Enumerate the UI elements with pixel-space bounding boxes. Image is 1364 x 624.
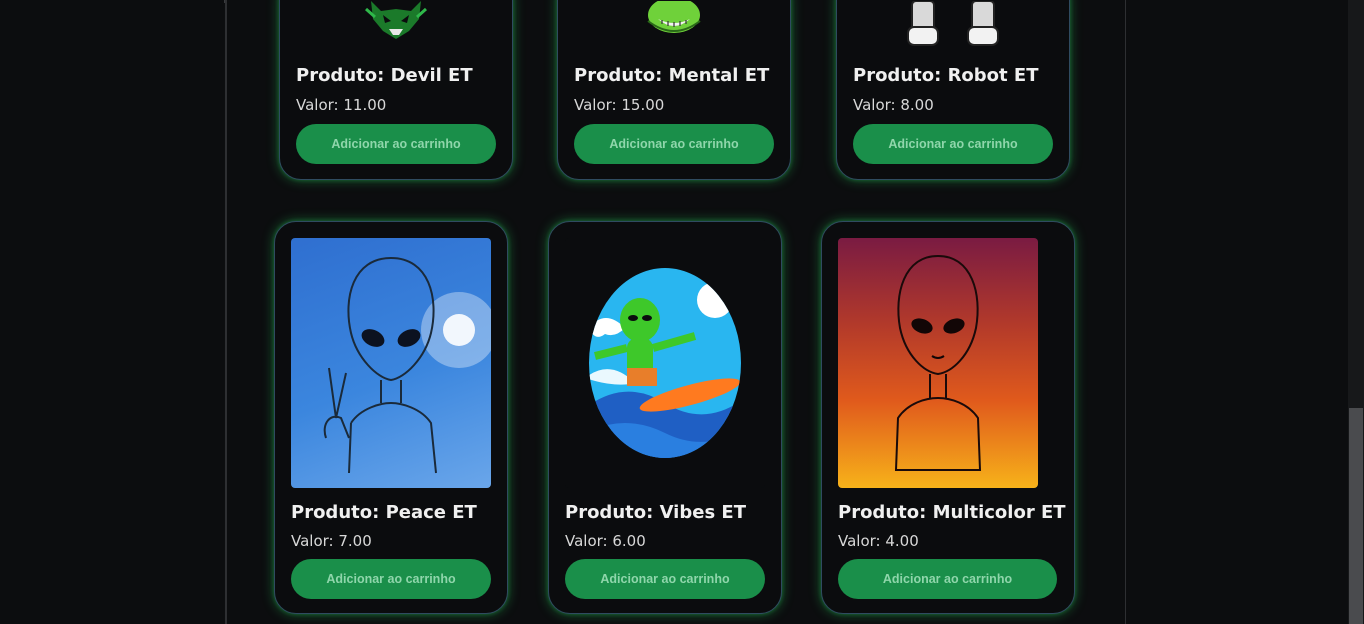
- product-price: Valor: 15.00: [574, 96, 665, 114]
- left-gutter: [0, 0, 224, 624]
- product-title: Produto: Robot ET: [853, 65, 1039, 86]
- product-title: Produto: Peace ET: [291, 502, 477, 523]
- mental-alien-icon: [647, 1, 701, 33]
- right-gutter: [1126, 0, 1348, 624]
- surfing-alien-image: [565, 238, 765, 488]
- scrollbar-thumb[interactable]: [1349, 408, 1363, 624]
- product-card-mental: Produto: Mental ET Valor: 15.00 Adiciona…: [557, 0, 791, 180]
- add-to-cart-button[interactable]: Adicionar ao carrinho: [296, 124, 496, 164]
- add-to-cart-button[interactable]: Adicionar ao carrinho: [291, 559, 491, 599]
- add-to-cart-button[interactable]: Adicionar ao carrinho: [838, 559, 1057, 599]
- devil-alien-icon: [365, 1, 427, 39]
- product-title: Produto: Vibes ET: [565, 502, 747, 523]
- product-price: Valor: 8.00: [853, 96, 934, 114]
- product-title: Produto: Multicolor ET: [838, 502, 1066, 523]
- add-to-cart-button[interactable]: Adicionar ao carrinho: [853, 124, 1053, 164]
- product-card-multicolor: Produto: Multicolor ET Valor: 4.00 Adici…: [821, 221, 1075, 614]
- add-to-cart-button[interactable]: Adicionar ao carrinho: [574, 124, 774, 164]
- product-price: Valor: 4.00: [838, 532, 919, 550]
- multicolor-alien-image: [838, 238, 1038, 488]
- product-title: Produto: Mental ET: [574, 65, 770, 86]
- product-price: Valor: 7.00: [291, 532, 372, 550]
- product-card-devil: Produto: Devil ET Valor: 11.00 Adicionar…: [279, 0, 513, 180]
- product-price: Valor: 6.00: [565, 532, 646, 550]
- product-card-robot: Produto: Robot ET Valor: 8.00 Adicionar …: [836, 0, 1070, 180]
- product-card-vibes: Produto: Vibes ET Valor: 6.00 Adicionar …: [548, 221, 782, 614]
- add-to-cart-button[interactable]: Adicionar ao carrinho: [565, 559, 765, 599]
- robot-alien-icon: [907, 1, 999, 46]
- product-card-peace: Produto: Peace ET Valor: 7.00 Adicionar …: [274, 221, 508, 614]
- product-price: Valor: 11.00: [296, 96, 387, 114]
- product-title: Produto: Devil ET: [296, 65, 473, 86]
- peace-alien-image: [291, 238, 491, 488]
